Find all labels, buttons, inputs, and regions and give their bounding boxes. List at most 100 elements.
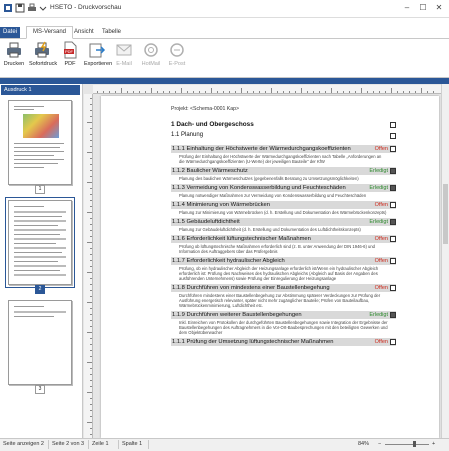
zoom-out-button[interactable]: − <box>378 441 381 447</box>
ruler-tick <box>133 91 134 93</box>
ruler-tick <box>90 374 92 375</box>
close-button[interactable]: ✕ <box>432 2 446 14</box>
print-icon[interactable] <box>27 3 37 13</box>
ruler-tick <box>349 91 350 93</box>
ruler-tick <box>373 91 374 93</box>
ruler-tick <box>235 91 236 93</box>
ruler-tick <box>87 302 92 303</box>
checklist-item-title: 1.1.1 Einhaltung der Höchstwerte der Wär… <box>172 146 351 152</box>
checklist-item-checkbox[interactable] <box>390 146 396 152</box>
subsection-checkbox[interactable] <box>390 133 396 139</box>
checklist-item-checkbox[interactable] <box>390 202 396 208</box>
subsection-title: 1.1 Planung <box>171 132 204 138</box>
horizontal-ruler <box>93 85 441 94</box>
checklist-item: 1.1.4 Minimierung von Wärmebrücken Offen <box>171 201 396 209</box>
minimize-button[interactable]: – <box>400 2 414 14</box>
ruler-tick <box>115 91 116 93</box>
checklist-item-description: Prüfung ob lüftungstechnische Maßnahmen … <box>179 244 375 254</box>
ruler-tick <box>87 272 92 273</box>
ruler-tick <box>90 284 92 285</box>
vertical-scrollbar[interactable] <box>441 84 449 438</box>
page-number-2[interactable]: 2 <box>35 285 45 294</box>
thumbnail-image <box>23 114 59 138</box>
zoom-slider-track[interactable] <box>385 444 429 445</box>
title-bar: HSETO - Druckvorschau – ☐ ✕ <box>0 0 449 18</box>
checklist-item-checkbox[interactable] <box>390 339 396 345</box>
ruler-tick <box>90 194 92 195</box>
checklist-item-title: 1.1.2 Baulicher Wärmeschutz <box>172 168 248 174</box>
print-preview-viewer[interactable]: Projekt: <Schema-0001 Kap> 1 Dach- und O… <box>83 84 449 438</box>
page-thumbnail-1[interactable] <box>8 100 72 185</box>
scrollbar-thumb[interactable] <box>443 184 448 244</box>
checklist-item-checkbox[interactable] <box>390 168 396 174</box>
hotmail-button-label: HotMail <box>141 61 161 67</box>
ruler-tick <box>90 326 92 327</box>
checklist-item-description: Planung zur Gebäudeluftdichtheit (d. h. … <box>179 227 361 232</box>
email-button-label: E-Mail <box>116 61 132 67</box>
ruler-tick <box>90 344 92 345</box>
page-thumbnail-2[interactable] <box>5 197 75 288</box>
export-button[interactable]: Exportieren <box>84 41 113 67</box>
checklist-item: 1.1.8 Durchführen von mindestens einer B… <box>171 284 396 292</box>
document-content: Projekt: <Schema-0001 Kap> 1 Dach- und O… <box>171 106 396 346</box>
ruler-tick <box>259 91 260 93</box>
epost-button[interactable]: E-Post <box>164 41 190 67</box>
ruler-tick <box>90 134 92 135</box>
ruler-tick <box>90 146 92 147</box>
checklist-item-checkbox[interactable] <box>390 312 396 318</box>
section-checkbox[interactable] <box>390 122 396 128</box>
ruler-tick <box>427 91 428 93</box>
checklist-item-status: Erledigt <box>369 185 388 191</box>
ruler-tick <box>361 88 362 93</box>
document-page: Projekt: <Schema-0001 Kap> 1 Dach- und O… <box>101 96 439 438</box>
pdf-icon: PDF <box>64 41 77 59</box>
ruler-tick <box>90 170 92 171</box>
page-number-1[interactable]: 1 <box>35 185 45 194</box>
page-thumbnail-3[interactable] <box>8 300 72 385</box>
ruler-tick <box>199 91 200 93</box>
dropdown-icon[interactable] <box>38 3 48 13</box>
ruler-tick <box>103 91 104 93</box>
zoom-in-button[interactable]: + <box>432 441 435 447</box>
tab-datei[interactable]: Datei <box>0 27 20 38</box>
ruler-tick <box>337 91 338 93</box>
quick-print-button[interactable]: Sofortdruck <box>29 41 57 67</box>
ruler-tick <box>90 434 92 435</box>
ruler-tick <box>90 338 92 339</box>
checklist-item: 1.1.5 Gebäudeluftdichtheit Erledigt <box>171 218 396 226</box>
ruler-tick <box>247 91 248 93</box>
checklist-item-status: Offen <box>374 236 388 242</box>
ruler-tick <box>295 91 296 93</box>
ruler-tick <box>90 254 92 255</box>
ruler-tick <box>90 176 92 177</box>
tab-ms-versand[interactable]: MS-Versand <box>26 26 74 39</box>
hotmail-button[interactable]: HotMail <box>138 41 164 67</box>
ruler-tick <box>283 91 284 93</box>
section-title: 1 Dach- und Obergeschoss <box>171 121 254 128</box>
checklist-item-checkbox[interactable] <box>390 219 396 225</box>
zoom-level: 84% <box>358 441 370 447</box>
email-button[interactable]: E-Mail <box>111 41 137 67</box>
print-button[interactable]: Drucken <box>1 41 27 67</box>
checklist-item-checkbox[interactable] <box>390 236 396 242</box>
checklist-item-checkbox[interactable] <box>390 285 396 291</box>
ruler-tick <box>157 91 158 93</box>
tab-ansicht[interactable]: Ansicht <box>68 27 100 38</box>
ruler-tick <box>187 91 188 93</box>
export-button-label: Exportieren <box>84 61 113 67</box>
pdf-button[interactable]: PDF PDF <box>57 41 83 67</box>
maximize-button[interactable]: ☐ <box>416 2 430 14</box>
page-number-3[interactable]: 3 <box>35 385 45 394</box>
panel-header[interactable]: Ausdruck 1 <box>1 85 80 95</box>
checklist-item-checkbox[interactable] <box>390 258 396 264</box>
ruler-tick <box>127 91 128 93</box>
tab-tabelle[interactable]: Tabelle <box>96 27 127 38</box>
ruler-tick <box>433 91 434 93</box>
checklist-item-checkbox[interactable] <box>390 185 396 191</box>
zoom-slider-thumb[interactable] <box>413 441 416 447</box>
save-icon[interactable] <box>15 3 25 13</box>
checklist-item-description: Prüfung der Einhaltung der Höchstwerte d… <box>179 154 382 164</box>
ruler-tick <box>90 290 92 291</box>
ruler-tick <box>87 182 92 183</box>
ruler-tick <box>87 122 92 123</box>
